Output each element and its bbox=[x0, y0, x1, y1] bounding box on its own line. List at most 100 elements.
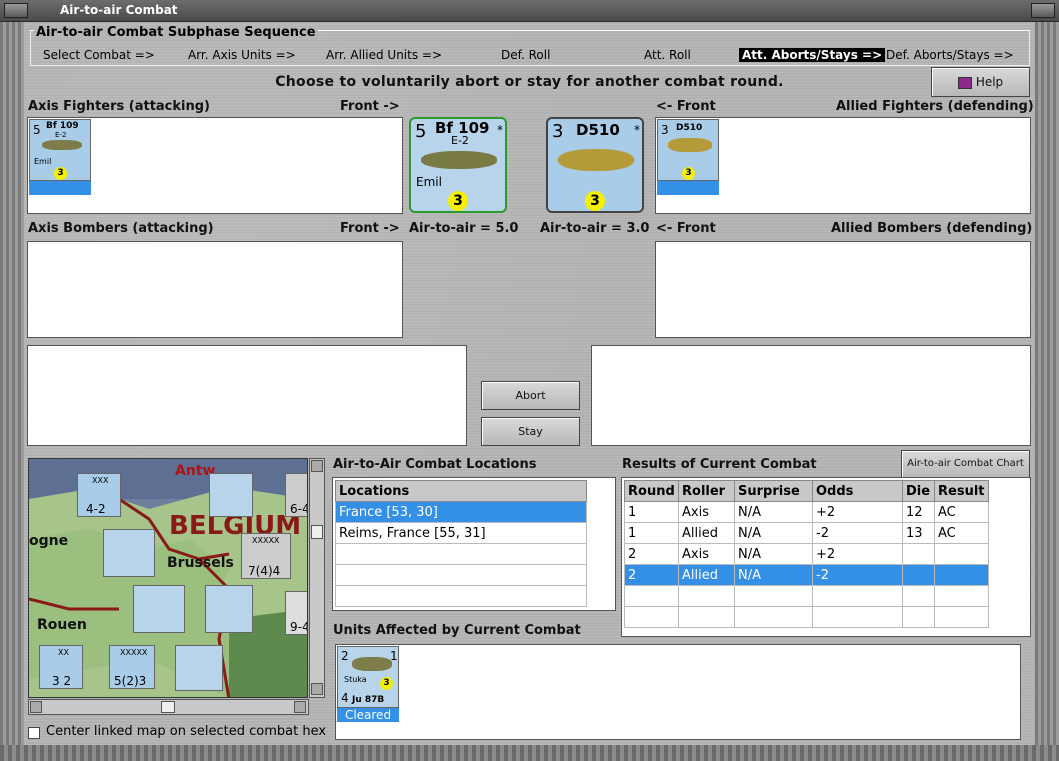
plane-icon bbox=[558, 149, 634, 171]
counter-size: XXXXX bbox=[120, 648, 148, 657]
plane-icon bbox=[42, 140, 82, 150]
abort-button[interactable]: Abort bbox=[481, 381, 580, 410]
title-bar: Air-to-air Combat bbox=[0, 0, 1059, 22]
result-row bbox=[624, 606, 989, 628]
counter-top-left: 2 bbox=[341, 649, 349, 663]
step-def-roll: Def. Roll bbox=[501, 48, 551, 62]
axis-bombers-label: Axis Bombers (attacking) bbox=[28, 221, 214, 236]
results-title: Results of Current Combat bbox=[622, 457, 817, 472]
cleared-status: Cleared bbox=[337, 708, 399, 722]
map-counter[interactable]: XXXXX 5(2)3 bbox=[109, 645, 155, 689]
axis-bombers-panel[interactable] bbox=[27, 241, 403, 338]
result-row[interactable]: 1 Allied N/A -2 13 AC bbox=[624, 522, 989, 544]
map-counter[interactable]: 6-4 bbox=[285, 473, 308, 517]
selected-strip bbox=[657, 181, 719, 195]
system-menu-button[interactable] bbox=[4, 3, 28, 18]
allied-fighters-label: Allied Fighters (defending) bbox=[836, 99, 1034, 114]
step-select-combat: Select Combat => bbox=[43, 48, 155, 62]
map-air-counter[interactable] bbox=[209, 473, 253, 517]
combat-chart-button[interactable]: Air-to-air Combat Chart bbox=[901, 450, 1030, 478]
map-counter[interactable]: XXXXX 7(4)4 bbox=[241, 533, 291, 579]
scroll-thumb[interactable] bbox=[311, 525, 323, 539]
close-button[interactable] bbox=[1031, 3, 1055, 18]
big-counter-variant: E-2 bbox=[451, 134, 469, 147]
axis-fighter-counter[interactable]: 5 Bf 109 E-2 Emil 3 bbox=[29, 119, 91, 181]
map-air-counter[interactable] bbox=[175, 645, 223, 691]
locations-panel: Locations France [53, 30] Reims, France … bbox=[332, 477, 616, 611]
cell: -2 bbox=[812, 522, 903, 544]
counter-left: 4 bbox=[341, 691, 349, 705]
help-label: Help bbox=[975, 75, 1004, 89]
axis-active-counter: 5 Bf 109 E-2 * Emil 3 bbox=[409, 117, 507, 213]
map-air-counter[interactable] bbox=[103, 529, 155, 577]
allied-bombers-panel[interactable] bbox=[655, 241, 1031, 338]
allied-bombers-front-label: <- Front bbox=[656, 221, 716, 236]
axis-abort-panel[interactable] bbox=[27, 345, 467, 446]
selected-strip bbox=[29, 181, 91, 195]
counter-dot: 3 bbox=[54, 167, 67, 180]
step-arr-allied: Arr. Allied Units => bbox=[326, 48, 443, 62]
map-label-brussels: Brussels bbox=[167, 555, 234, 571]
affected-unit-counter[interactable]: 2 1 Stuka 3 4 Ju 87B bbox=[337, 646, 399, 708]
cell: -2 bbox=[812, 564, 903, 586]
allied-active-counter: 3 D510 * 3 bbox=[546, 117, 644, 213]
counter-strength: 6-4 bbox=[290, 502, 308, 516]
scroll-down-arrow[interactable] bbox=[311, 683, 323, 695]
result-row[interactable]: 2 Axis N/A +2 bbox=[624, 543, 989, 565]
location-row bbox=[335, 543, 587, 565]
result-row[interactable]: 2 Allied N/A -2 bbox=[624, 564, 989, 586]
cell: 2 bbox=[624, 564, 679, 586]
counter-dot: 3 bbox=[682, 167, 695, 180]
counter-size: XXX bbox=[92, 476, 109, 485]
center-map-checkbox[interactable] bbox=[28, 727, 40, 739]
allied-a2a-value: Air-to-air = 3.0 bbox=[540, 221, 650, 236]
plane-icon bbox=[421, 151, 497, 169]
scroll-right-arrow[interactable] bbox=[294, 701, 306, 713]
map-counter[interactable]: XX 3 2 bbox=[39, 645, 83, 689]
col-round: Round bbox=[624, 480, 679, 502]
center-map-label: Center linked map on selected combat hex bbox=[46, 724, 327, 739]
affected-panel: 2 1 Stuka 3 4 Ju 87B Cleared bbox=[335, 644, 1021, 740]
allied-abort-panel[interactable] bbox=[591, 345, 1031, 446]
col-odds: Odds bbox=[812, 480, 903, 502]
step-att-aborts: Att. Aborts/Stays => bbox=[739, 48, 886, 62]
cell bbox=[934, 564, 989, 586]
instruction-text: Choose to voluntarily abort or stay for … bbox=[275, 74, 784, 90]
allied-fighters-panel[interactable]: 3 D510 3 bbox=[655, 117, 1031, 214]
cell: Allied bbox=[678, 522, 735, 544]
location-cell: Reims, France [55, 31] bbox=[335, 522, 587, 544]
cell: 2 bbox=[624, 543, 679, 565]
cell: Axis bbox=[678, 501, 735, 523]
map-air-counter[interactable] bbox=[133, 585, 185, 633]
big-counter-star: * bbox=[634, 123, 640, 137]
map-vertical-scrollbar[interactable] bbox=[309, 458, 325, 698]
axis-fighters-panel[interactable]: 5 Bf 109 E-2 Emil 3 bbox=[27, 117, 403, 214]
cell: 1 bbox=[624, 501, 679, 523]
map-air-counter[interactable] bbox=[205, 585, 253, 633]
cell: N/A bbox=[734, 564, 813, 586]
scroll-left-arrow[interactable] bbox=[30, 701, 42, 713]
map-counter[interactable]: 9-4 bbox=[285, 591, 307, 635]
cell: 1 bbox=[624, 522, 679, 544]
help-button[interactable]: Help bbox=[931, 67, 1030, 97]
big-counter-nickname: Emil bbox=[416, 175, 442, 189]
counter-strength: 5(2)3 bbox=[114, 674, 147, 688]
map-counter[interactable]: XXX 4-2 bbox=[77, 473, 121, 517]
axis-front-label: Front -> bbox=[340, 99, 400, 114]
big-counter-dot: 3 bbox=[585, 191, 605, 211]
location-row[interactable]: France [53, 30] bbox=[335, 501, 587, 523]
result-row[interactable]: 1 Axis N/A +2 12 AC bbox=[624, 501, 989, 523]
col-result: Result bbox=[934, 480, 989, 502]
scroll-up-arrow[interactable] bbox=[311, 460, 323, 472]
allied-fighter-counter[interactable]: 3 D510 3 bbox=[657, 119, 719, 181]
stay-button[interactable]: Stay bbox=[481, 417, 580, 446]
result-row bbox=[624, 585, 989, 607]
scroll-thumb[interactable] bbox=[161, 701, 175, 713]
counter-nickname: Emil bbox=[34, 157, 52, 166]
help-book-icon bbox=[957, 76, 972, 89]
axis-bombers-front-label: Front -> bbox=[340, 221, 400, 236]
location-row[interactable]: Reims, France [55, 31] bbox=[335, 522, 587, 544]
col-surprise: Surprise bbox=[734, 480, 813, 502]
map-horizontal-scrollbar[interactable] bbox=[28, 699, 309, 715]
linked-map[interactable]: Antw BELGIUM Brussels ogne Rouen XXX 4-2… bbox=[28, 458, 308, 698]
